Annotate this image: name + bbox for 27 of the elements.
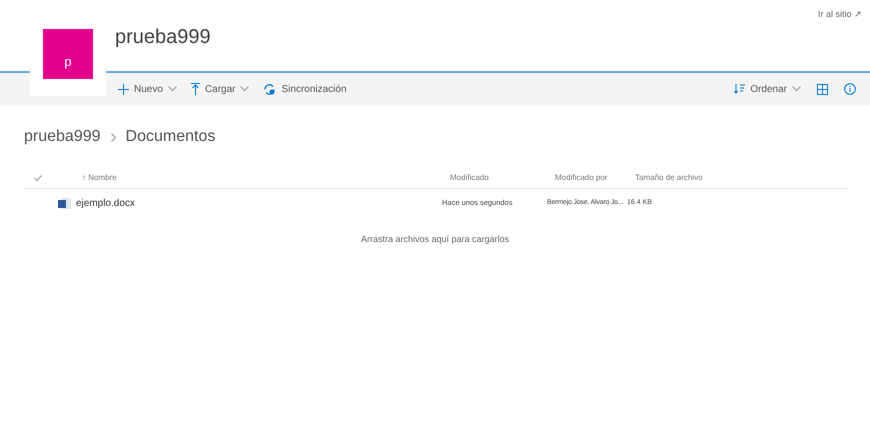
checkmark-icon[interactable] <box>34 174 42 180</box>
column-header[interactable]: Tamaño de archivo <box>635 172 703 184</box>
site-title: prueba999 <box>115 25 211 50</box>
word-document-icon <box>58 196 71 210</box>
drop-files-hint: Arrastra archivos aquí para cargarlos <box>360 233 510 246</box>
chevron-down-icon <box>240 86 250 92</box>
breadcrumb-link[interactable]: Documentos <box>126 125 216 149</box>
file-name-link[interactable]: ejemplo.docx <box>76 196 442 210</box>
upload-icon <box>190 83 200 95</box>
toolbar-button[interactable]: Nuevo <box>118 82 177 96</box>
sort-button[interactable]: Ordenar <box>734 82 801 96</box>
info-icon[interactable] <box>844 83 856 95</box>
plus-icon <box>118 84 129 94</box>
logo-letter: p <box>64 52 72 71</box>
toolbar-button[interactable]: Cargar <box>190 82 250 96</box>
toolbar-button[interactable]: Sincronización <box>263 82 347 96</box>
chevron-down-icon <box>168 86 177 92</box>
sync-icon <box>263 82 276 96</box>
go-to-site-link[interactable]: Ir al sitio ↗ <box>818 8 862 22</box>
breadcrumb-link[interactable]: prueba999 <box>24 125 101 149</box>
column-header[interactable]: ↑ Nombre <box>82 172 450 184</box>
chevron-down-icon <box>792 86 801 92</box>
grid-view-icon[interactable] <box>817 84 828 94</box>
column-header[interactable]: Modificado <box>450 172 555 184</box>
chevron-right-icon <box>110 132 116 142</box>
sort-icon <box>734 84 746 94</box>
column-header[interactable]: Modificado por <box>555 172 635 184</box>
